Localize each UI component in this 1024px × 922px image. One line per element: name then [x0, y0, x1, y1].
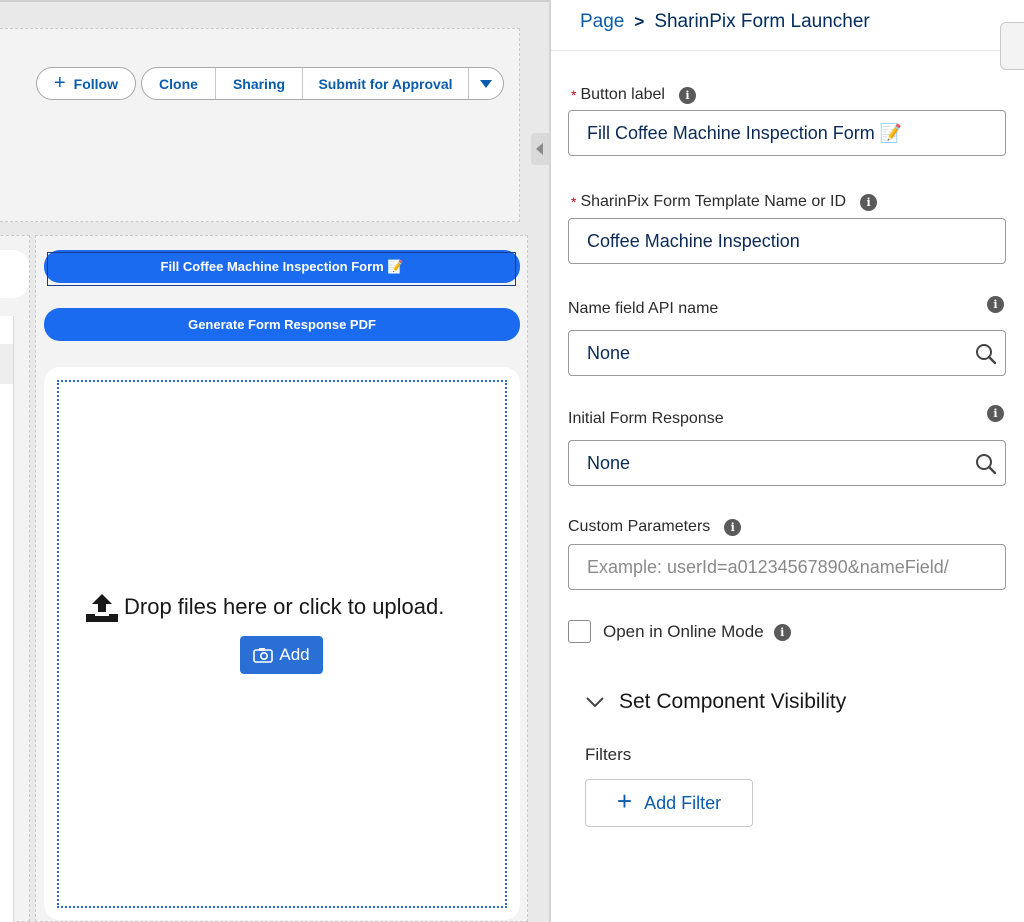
info-icon[interactable]: i	[987, 405, 1004, 422]
chevron-left-icon	[536, 143, 543, 155]
caret-down-icon	[480, 79, 492, 88]
breadcrumb: Page > SharinPix Form Launcher	[580, 11, 870, 33]
left-card-row	[0, 344, 13, 384]
field-label: Name field API name	[568, 300, 719, 317]
plus-icon: +	[616, 786, 633, 816]
camera-icon	[253, 648, 274, 663]
record-header-region[interactable]	[0, 28, 520, 222]
visibility-section-title: Set Component Visibility	[619, 690, 847, 713]
panel-header: Page > SharinPix Form Launcher	[551, 0, 1024, 51]
info-icon[interactable]: i	[724, 518, 742, 536]
custom-params-input[interactable]: Example: userId=a01234567890&nameField/	[568, 544, 1006, 590]
record-actions-group: Clone Sharing Submit for Approval	[141, 67, 504, 100]
collapse-panel-button[interactable]	[531, 133, 549, 165]
visibility-section-toggle[interactable]: Set Component Visibility	[585, 690, 846, 714]
initial-response-label: Initial Form Response	[568, 410, 724, 428]
panel-expand-tab[interactable]	[1000, 22, 1024, 70]
online-mode-text: Open in Online Mode	[603, 622, 764, 641]
add-filter-button[interactable]: + Add Filter	[585, 779, 753, 827]
initial-response-lookup[interactable]: None	[568, 440, 1006, 486]
template-input[interactable]: Coffee Machine Inspection	[568, 218, 1006, 264]
submit-for-approval-button[interactable]: Submit for Approval	[303, 68, 469, 99]
field-label: Initial Form Response	[568, 410, 724, 427]
button-label-value: Fill Coffee Machine Inspection Form 📝	[587, 122, 903, 143]
field-label: SharinPix Form Template Name or ID	[580, 193, 847, 210]
filters-label: Filters	[585, 745, 632, 764]
plus-icon: +	[53, 71, 66, 94]
online-mode-label: Open in Online Mode i	[603, 622, 791, 642]
field-label: Button label	[580, 86, 665, 103]
required-marker: *	[571, 87, 577, 103]
property-panel: Page > SharinPix Form Launcher * Button …	[551, 0, 1024, 922]
more-actions-button[interactable]	[469, 68, 503, 99]
info-icon[interactable]: i	[678, 86, 696, 104]
button-label-label: * Button label i	[571, 86, 696, 104]
info-icon[interactable]: i	[987, 296, 1004, 313]
clone-button[interactable]: Clone	[142, 68, 216, 99]
left-card	[0, 250, 29, 298]
left-card-body	[0, 316, 14, 922]
template-label: * SharinPix Form Template Name or ID i	[571, 193, 878, 211]
custom-params-label: Custom Parameters i	[568, 518, 742, 536]
info-icon[interactable]: i	[860, 193, 878, 211]
name-field-value: None	[587, 342, 631, 363]
required-marker: *	[571, 194, 577, 210]
template-value: Coffee Machine Inspection	[587, 230, 800, 251]
field-label: Custom Parameters	[568, 518, 711, 535]
builder-canvas: + Follow Clone Sharing Submit for Approv…	[0, 0, 549, 922]
online-mode-checkbox[interactable]	[568, 620, 591, 643]
breadcrumb-page-link[interactable]: Page	[580, 11, 624, 33]
follow-button[interactable]: + Follow	[36, 67, 136, 100]
breadcrumb-separator: >	[634, 12, 645, 31]
canvas-top-border	[0, 0, 549, 2]
search-icon[interactable]	[975, 453, 997, 475]
add-label: Add	[279, 645, 310, 664]
add-photo-button[interactable]: Add	[240, 636, 323, 674]
fill-form-button[interactable]: Fill Coffee Machine Inspection Form 📝	[44, 250, 520, 283]
follow-label: Follow	[73, 75, 118, 92]
sharing-button[interactable]: Sharing	[216, 68, 303, 99]
panel-title: SharinPix Form Launcher	[654, 11, 870, 32]
generate-pdf-button[interactable]: Generate Form Response PDF	[44, 308, 520, 341]
name-field-label: Name field API name	[568, 300, 718, 318]
button-label-input[interactable]: Fill Coffee Machine Inspection Form 📝	[568, 110, 1006, 156]
drop-text: Drop files here or click to upload.	[124, 594, 445, 619]
custom-params-placeholder: Example: userId=a01234567890&nameField/	[587, 556, 949, 577]
chevron-down-icon	[586, 697, 604, 708]
add-filter-label: Add Filter	[644, 792, 722, 813]
info-icon[interactable]: i	[773, 623, 791, 641]
search-icon[interactable]	[975, 343, 997, 365]
name-field-lookup[interactable]: None	[568, 330, 1006, 376]
initial-response-value: None	[587, 452, 631, 473]
upload-icon	[86, 594, 118, 622]
drop-instructions: Drop files here or click to upload.	[86, 592, 486, 622]
left-column-region[interactable]	[0, 235, 30, 922]
